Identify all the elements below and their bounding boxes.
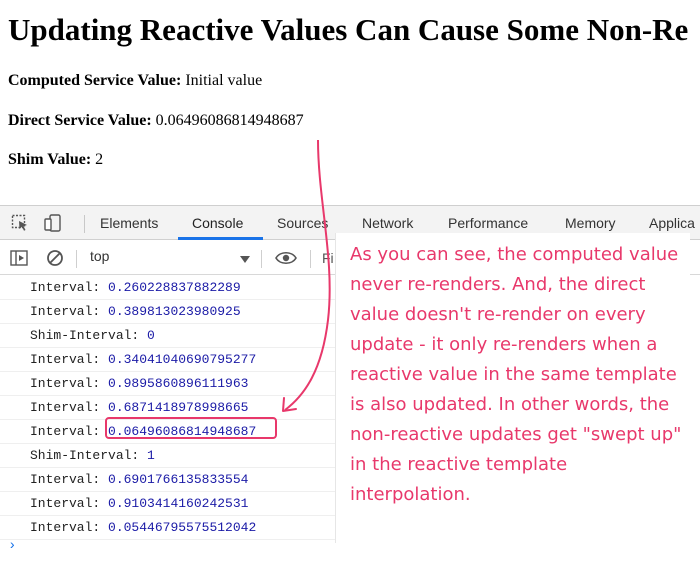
tab-separator [84,215,85,233]
inspect-element-icon[interactable] [11,214,29,232]
page-title: Updating Reactive Values Can Cause Some … [8,12,689,47]
filterbar-separator [76,250,77,268]
console-log-row: Interval: 0.389813023980925 [0,300,336,324]
clear-console-icon[interactable] [46,249,64,267]
computed-service-value: Computed Service Value: Initial value [8,72,262,90]
device-toolbar-icon[interactable] [44,214,62,232]
console-log-row: Interval: 0.34041040690795277 [0,348,336,372]
filterbar-separator [310,250,311,268]
tab-elements[interactable]: Elements [100,206,158,240]
filterbar-separator [261,250,262,268]
direct-service-label: Direct Service Value: [8,112,152,129]
context-selector[interactable]: top [90,248,109,264]
annotation-text: As you can see, the computed value never… [350,244,682,505]
shim-value-text: 2 [95,151,104,168]
console-log-row: Interval: 0.05446795575512042 [0,516,336,540]
console-log-row: Interval: 0.9895860896111963 [0,372,336,396]
shim-value: Shim Value: 2 [8,151,103,169]
active-tab-indicator [178,237,263,240]
console-log-row: Shim-Interval: 0 [0,324,336,348]
show-sidebar-icon[interactable] [10,249,28,267]
highlight-box [105,417,277,439]
filter-input[interactable]: Fi [322,250,334,266]
direct-service-text: 0.06496086814948687 [155,112,304,129]
console-log-row: Interval: 0.6901766135833554 [0,468,336,492]
direct-service-value: Direct Service Value: 0.0649608681494868… [8,112,304,130]
shim-value-label: Shim Value: [8,151,92,168]
console-log-row: Interval: 0.260228837882289 [0,276,336,300]
tab-sources[interactable]: Sources [277,206,328,240]
tab-console[interactable]: Console [192,206,243,240]
computed-service-text: Initial value [185,72,263,89]
live-expression-eye-icon[interactable] [275,249,297,267]
computed-service-label: Computed Service Value: [8,72,182,89]
context-dropdown-icon[interactable] [240,256,250,263]
console-log-row: Shim-Interval: 1 [0,444,336,468]
console-log-row: Interval: 0.9103414160242531 [0,492,336,516]
console-prompt[interactable]: › [8,538,16,554]
